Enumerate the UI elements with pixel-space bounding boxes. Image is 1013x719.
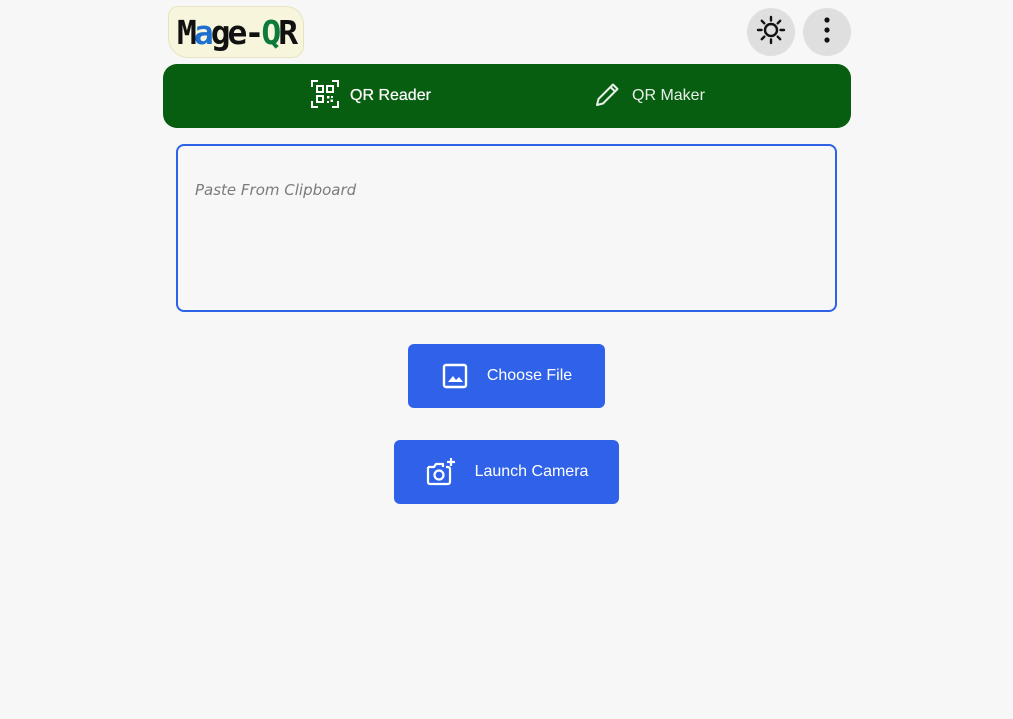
choose-file-button[interactable]: Choose File: [408, 344, 605, 408]
tab-qr-reader-label: QR Reader: [350, 87, 431, 104]
logo-wordmark: Mage-QR: [176, 12, 298, 52]
tab-qr-reader[interactable]: QR Reader: [310, 64, 431, 128]
app-logo[interactable]: Mage-QR: [168, 6, 304, 58]
launch-camera-button[interactable]: Launch Camera: [394, 440, 619, 504]
add-camera-icon: [425, 456, 457, 488]
app: Mage-QR QR Reader QR Maker Paste From Cl…: [0, 0, 1013, 719]
more-vert-icon: [823, 15, 831, 50]
theme-toggle-button[interactable]: [747, 8, 795, 56]
sun-icon: [756, 15, 786, 50]
tab-qr-maker[interactable]: QR Maker: [594, 64, 705, 128]
launch-camera-label: Launch Camera: [474, 463, 589, 480]
pencil-icon: [594, 80, 622, 113]
image-icon: [441, 362, 469, 390]
paste-from-clipboard-input[interactable]: [176, 144, 837, 312]
choose-file-label: Choose File: [486, 367, 573, 384]
tab-qr-maker-label: QR Maker: [632, 87, 705, 104]
qr-scan-icon: [310, 79, 340, 114]
mode-tabbar: QR Reader QR Maker: [163, 64, 851, 128]
more-options-button[interactable]: [803, 8, 851, 56]
